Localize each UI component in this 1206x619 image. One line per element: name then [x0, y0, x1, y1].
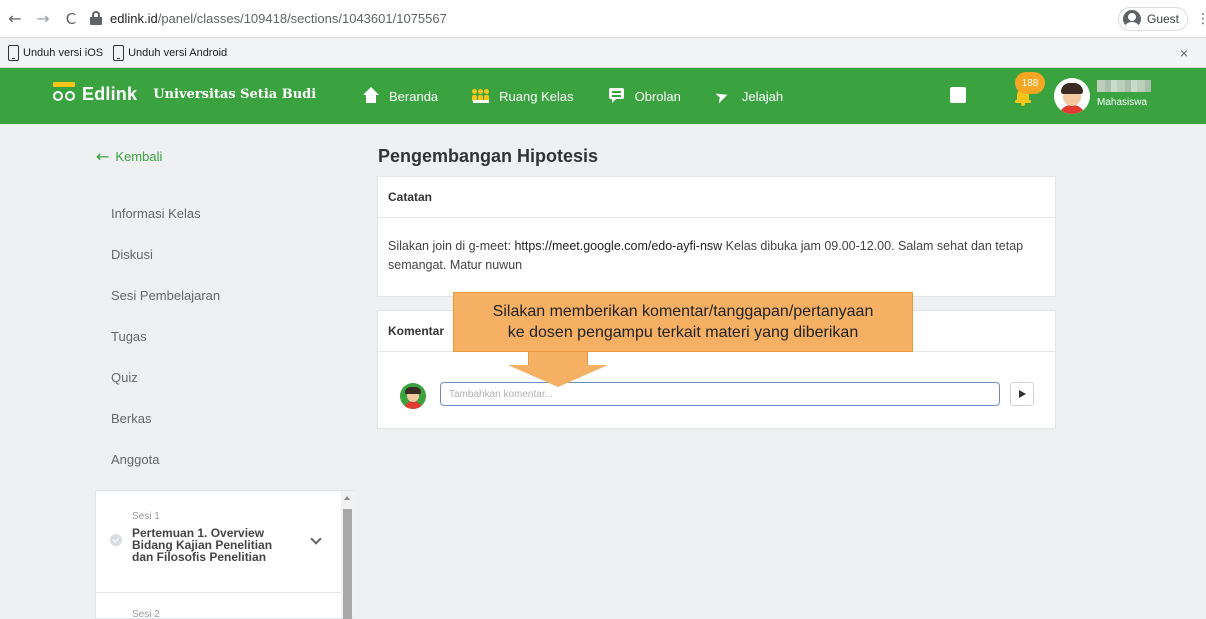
- nav-obrolan[interactable]: Obrolan: [608, 87, 681, 105]
- nav-jelajah-label: Jelajah: [741, 88, 784, 104]
- phone-icon: [8, 44, 19, 61]
- url-path: /panel/classes/109418/sections/1043601/1…: [157, 10, 447, 26]
- callout-arrow-stem: [528, 352, 588, 366]
- home-icon: [362, 87, 380, 105]
- profile-button[interactable]: Guest: [1118, 7, 1188, 31]
- nav-ruang-kelas[interactable]: Ruang Kelas: [472, 87, 574, 105]
- app-download-banner: Unduh versi iOS Unduh versi Android ×: [0, 38, 1206, 68]
- notes-card: Catatan Silakan join di g-meet: https://…: [377, 176, 1056, 297]
- chat-icon: [608, 87, 626, 105]
- instruction-callout: Silakan memberikan komentar/tanggapan/pe…: [453, 292, 913, 352]
- callout-line-1: Silakan memberikan komentar/tanggapan/pe…: [492, 303, 874, 320]
- page-title: Pengembangan Hipotesis: [378, 146, 599, 166]
- back-link[interactable]: ← Kembali: [96, 147, 162, 166]
- session-item-1[interactable]: Sesi 1 Pertemuan 1. Overview Bidang Kaji…: [96, 491, 341, 592]
- meet-link[interactable]: https://meet.google.com/edo-ayfi-nsw: [514, 239, 722, 253]
- reload-icon[interactable]: C: [60, 8, 82, 30]
- address-bar[interactable]: edlink.id/panel/classes/109418/sections/…: [90, 6, 1090, 30]
- browser-toolbar: ← → C edlink.id/panel/classes/109418/sec…: [0, 0, 1206, 38]
- close-icon[interactable]: ×: [1180, 45, 1188, 61]
- send-button[interactable]: [1010, 382, 1034, 406]
- sidebar-item-informasi-kelas[interactable]: Informasi Kelas: [111, 193, 220, 234]
- phone-icon: [113, 44, 125, 61]
- sidebar-item-anggota[interactable]: Anggota: [111, 439, 220, 480]
- university-name: Universitas Setia Budi: [153, 86, 317, 102]
- chevron-down-icon[interactable]: [310, 533, 322, 545]
- rocket-icon: ➤: [711, 85, 732, 108]
- notes-text-before: Silakan join di g-meet:: [388, 239, 515, 253]
- android-download-label: Unduh versi Android: [128, 46, 228, 59]
- session-scrollbar[interactable]: [341, 491, 354, 619]
- forward-arrow-icon[interactable]: →: [32, 8, 54, 30]
- ios-download-label: Unduh versi iOS: [23, 46, 104, 59]
- user-role: Mahasiswa: [1097, 97, 1148, 108]
- browser-menu-icon[interactable]: ⋮: [1196, 10, 1206, 27]
- nav-obrolan-label: Obrolan: [634, 88, 681, 104]
- classroom-icon: [472, 87, 490, 105]
- sidebar-item-berkas[interactable]: Berkas: [111, 398, 220, 439]
- session-title: Pertemuan 1. Overview Bidang Kajian Pene…: [132, 526, 273, 564]
- logo-text: Edlink: [82, 83, 138, 104]
- android-download-link[interactable]: Unduh versi Android: [113, 44, 228, 61]
- avatar: [400, 383, 426, 409]
- nav-beranda-label: Beranda: [389, 88, 439, 104]
- session-item-2[interactable]: Sesi 2: [96, 593, 341, 619]
- profile-icon: [1123, 10, 1141, 28]
- session-list: Sesi 1 Pertemuan 1. Overview Bidang Kaji…: [95, 490, 354, 619]
- scroll-thumb[interactable]: [343, 509, 352, 619]
- class-sidebar-menu: Informasi Kelas Diskusi Sesi Pembelajara…: [111, 193, 220, 480]
- ios-download-link[interactable]: Unduh versi iOS: [8, 44, 104, 61]
- notes-text: Silakan join di g-meet: https://meet.goo…: [388, 237, 1048, 275]
- edlink-logo-icon: [52, 82, 76, 106]
- back-link-label: Kembali: [115, 149, 163, 164]
- url-domain: edlink.id: [110, 10, 158, 26]
- sidebar-item-diskusi[interactable]: Diskusi: [111, 234, 220, 275]
- send-icon: [1018, 390, 1026, 398]
- avatar[interactable]: [1054, 78, 1090, 114]
- notes-heading: Catatan: [378, 177, 1055, 218]
- callout-arrow-down-icon: [508, 365, 608, 387]
- notification-badge[interactable]: 188: [1015, 72, 1045, 94]
- profile-label: Guest: [1147, 12, 1180, 26]
- user-info[interactable]: Mahasiswa: [1097, 80, 1151, 108]
- lock-icon: [90, 11, 102, 25]
- app-header: Edlink Universitas Setia Budi Beranda Ru…: [0, 68, 1206, 124]
- callout-line-2: ke dosen pengampu terkait materi yang di…: [507, 324, 859, 341]
- certificate-icon[interactable]: [950, 87, 968, 105]
- scroll-up-icon[interactable]: [344, 496, 350, 500]
- check-icon: [110, 534, 122, 546]
- back-arrow-icon[interactable]: ←: [4, 8, 26, 30]
- session-label: Sesi 2: [132, 609, 160, 619]
- edlink-logo[interactable]: Edlink Universitas Setia Budi: [52, 82, 316, 106]
- back-arrow-icon: ←: [96, 147, 110, 166]
- sidebar-item-quiz[interactable]: Quiz: [111, 357, 220, 398]
- session-label: Sesi 1: [132, 511, 160, 522]
- nav-beranda[interactable]: Beranda: [362, 87, 438, 105]
- url-text: edlink.id/panel/classes/109418/sections/…: [110, 11, 447, 26]
- user-name-redacted: [1097, 80, 1151, 92]
- main-nav: Beranda Ruang Kelas Obrolan ➤ Jelajah: [362, 68, 817, 124]
- sidebar-item-sesi-pembelajaran[interactable]: Sesi Pembelajaran: [111, 275, 220, 316]
- nav-jelajah[interactable]: ➤ Jelajah: [711, 85, 784, 108]
- sidebar-item-tugas[interactable]: Tugas: [111, 316, 220, 357]
- nav-ruang-kelas-label: Ruang Kelas: [499, 88, 574, 104]
